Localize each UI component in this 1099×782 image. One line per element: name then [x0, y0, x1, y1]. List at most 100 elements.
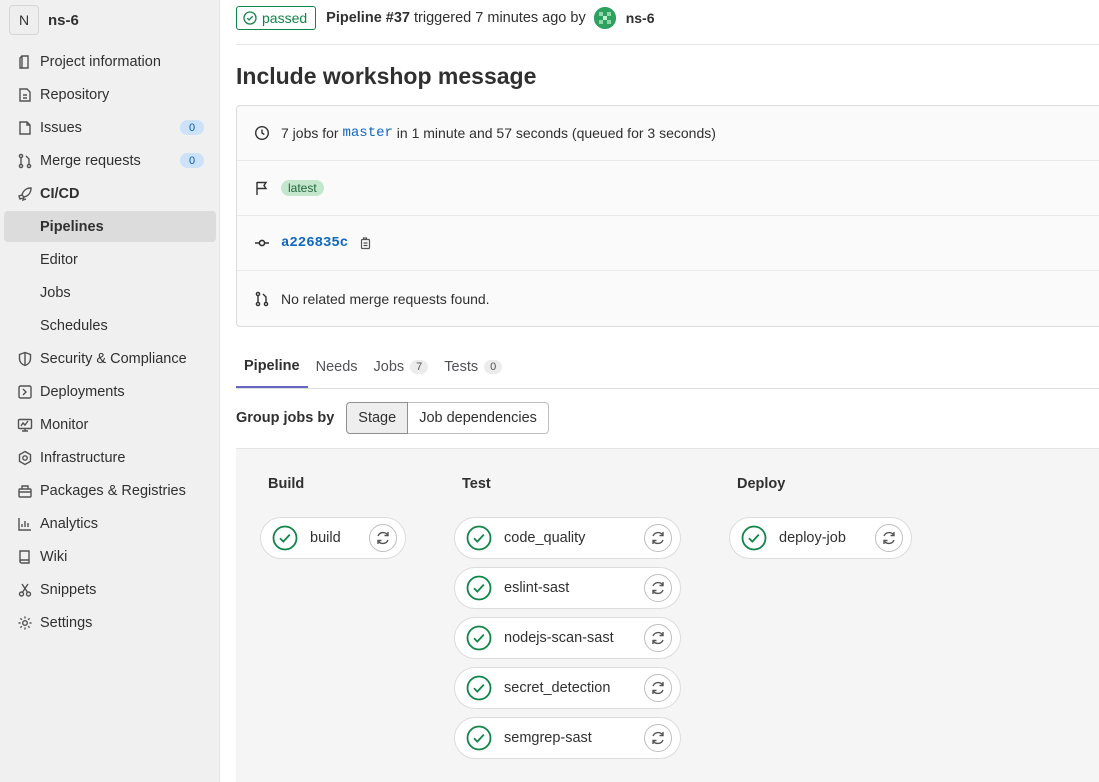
- sidebar-item-label: Deployments: [40, 383, 125, 400]
- success-icon: [272, 525, 298, 551]
- jobs-prefix: 7 jobs for: [281, 125, 339, 141]
- retry-icon[interactable]: [875, 524, 903, 552]
- stage-title-build: Build: [268, 476, 305, 492]
- sidebar-header[interactable]: N ns-6: [0, 0, 219, 40]
- scissors-icon: [16, 581, 34, 599]
- success-icon: [466, 525, 492, 551]
- job-name[interactable]: eslint-sast: [504, 580, 644, 596]
- pipeline-tabs: Pipeline Needs Jobs 7 Tests 0: [236, 345, 1099, 389]
- sidebar-item-issues[interactable]: Issues 0: [4, 112, 216, 143]
- user-name[interactable]: ns-6: [626, 10, 655, 26]
- sidebar-item-settings[interactable]: Settings: [4, 607, 216, 638]
- sidebar-item-label: Infrastructure: [40, 449, 126, 466]
- retry-icon[interactable]: [644, 624, 672, 652]
- sidebar-item-label: Repository: [40, 86, 110, 103]
- job-secret-detection[interactable]: secret_detection: [454, 667, 681, 709]
- sidebar-item-infrastructure[interactable]: Infrastructure: [4, 442, 216, 473]
- doc-icon: [16, 86, 34, 104]
- sidebar-item-wiki[interactable]: Wiki: [4, 541, 216, 572]
- merge-request-icon: [253, 290, 271, 308]
- tab-jobs[interactable]: Jobs 7: [366, 345, 437, 388]
- job-deploy-job[interactable]: deploy-job: [729, 517, 912, 559]
- cloud-gear-icon: [16, 449, 34, 467]
- chart-icon: [16, 515, 34, 533]
- tab-label: Tests: [444, 358, 479, 375]
- retry-icon[interactable]: [369, 524, 397, 552]
- group-jobs-label: Group jobs by: [236, 410, 335, 426]
- retry-icon[interactable]: [644, 724, 672, 752]
- sidebar-item-packages-registries[interactable]: Packages & Registries: [4, 475, 216, 506]
- job-code-quality[interactable]: code_quality: [454, 517, 681, 559]
- tab-needs[interactable]: Needs: [308, 345, 366, 388]
- sidebar-item-label: CI/CD: [40, 185, 80, 202]
- pipeline-id: Pipeline #37: [326, 10, 410, 26]
- job-name[interactable]: semgrep-sast: [504, 730, 644, 746]
- success-icon: [466, 675, 492, 701]
- copy-icon[interactable]: [358, 236, 372, 250]
- sidebar-item-security-compliance[interactable]: Security & Compliance: [4, 343, 216, 374]
- sidebar-item-repository[interactable]: Repository: [4, 79, 216, 110]
- sidebar-item-ci-cd[interactable]: CI/CD: [4, 178, 216, 209]
- status-label: passed: [262, 10, 308, 26]
- job-name[interactable]: nodejs-scan-sast: [504, 630, 644, 646]
- shield-icon: [16, 350, 34, 368]
- job-semgrep-sast[interactable]: semgrep-sast: [454, 717, 681, 759]
- latest-badge: latest: [281, 180, 324, 196]
- jobs-info-row: 7 jobs for master in 1 minute and 57 sec…: [237, 106, 1099, 161]
- job-name[interactable]: secret_detection: [504, 680, 644, 696]
- sidebar-item-label: Pipelines: [40, 218, 104, 235]
- page-title: Include workshop message: [236, 63, 537, 89]
- status-badge[interactable]: passed: [236, 6, 317, 30]
- tab-tests[interactable]: Tests 0: [436, 345, 510, 388]
- gear-icon: [16, 614, 34, 632]
- success-icon: [466, 625, 492, 651]
- project-name[interactable]: ns-6: [48, 12, 79, 29]
- flag-icon: [253, 179, 271, 197]
- job-name[interactable]: deploy-job: [779, 530, 875, 546]
- sidebar-item-label: Wiki: [40, 548, 68, 565]
- retry-icon[interactable]: [644, 574, 672, 602]
- sidebar-item-pipelines[interactable]: Pipelines: [4, 211, 216, 242]
- commit-row: a226835c: [237, 216, 1099, 271]
- job-name[interactable]: build: [310, 530, 369, 546]
- sidebar-item-project-information[interactable]: Project information: [4, 46, 216, 77]
- user-link[interactable]: ns-6: [593, 7, 655, 29]
- success-icon: [466, 725, 492, 751]
- book-icon: [16, 548, 34, 566]
- sidebar-item-label: Analytics: [40, 515, 99, 532]
- sidebar-item-analytics[interactable]: Analytics: [4, 508, 216, 539]
- tab-count-badge: 7: [410, 359, 429, 374]
- sidebar-item-monitor[interactable]: Monitor: [4, 409, 216, 440]
- pipeline-info-box: 7 jobs for master in 1 minute and 57 sec…: [236, 105, 1099, 327]
- job-name[interactable]: code_quality: [504, 530, 644, 546]
- retry-icon[interactable]: [644, 674, 672, 702]
- job-build[interactable]: build: [260, 517, 406, 559]
- tab-label: Pipeline: [244, 357, 300, 374]
- pipeline-summary: Pipeline #37 triggered 7 minutes ago by: [326, 10, 586, 26]
- rocket-icon: [16, 185, 34, 203]
- stage-button[interactable]: Stage: [346, 402, 409, 434]
- commit-icon: [253, 234, 271, 252]
- project-avatar[interactable]: N: [9, 5, 39, 35]
- sidebar: N ns-6 Project information Repository Is…: [0, 0, 220, 782]
- sidebar-item-editor[interactable]: Editor: [4, 244, 216, 275]
- sidebar-item-merge-requests[interactable]: Merge requests 0: [4, 145, 216, 176]
- tab-pipeline[interactable]: Pipeline: [236, 345, 308, 388]
- branch-link[interactable]: master: [342, 125, 392, 141]
- commit-sha-link[interactable]: a226835c: [281, 235, 348, 251]
- sidebar-item-jobs[interactable]: Jobs: [4, 277, 216, 308]
- check-circle-icon: [243, 11, 257, 25]
- sidebar-item-schedules[interactable]: Schedules: [4, 310, 216, 341]
- job-eslint-sast[interactable]: eslint-sast: [454, 567, 681, 609]
- sidebar-item-label: Project information: [40, 53, 161, 70]
- sidebar-item-snippets[interactable]: Snippets: [4, 574, 216, 605]
- avatar[interactable]: [593, 7, 616, 29]
- tag-row: latest: [237, 161, 1099, 216]
- retry-icon[interactable]: [644, 524, 672, 552]
- merge-requests-row: No related merge requests found.: [237, 271, 1099, 326]
- job-nodejs-scan-sast[interactable]: nodejs-scan-sast: [454, 617, 681, 659]
- job-dependencies-button[interactable]: Job dependencies: [408, 402, 549, 434]
- pipeline-graph: Build Test Deploy build code_quality esl…: [236, 448, 1099, 782]
- package-icon: [16, 482, 34, 500]
- sidebar-item-deployments[interactable]: Deployments: [4, 376, 216, 407]
